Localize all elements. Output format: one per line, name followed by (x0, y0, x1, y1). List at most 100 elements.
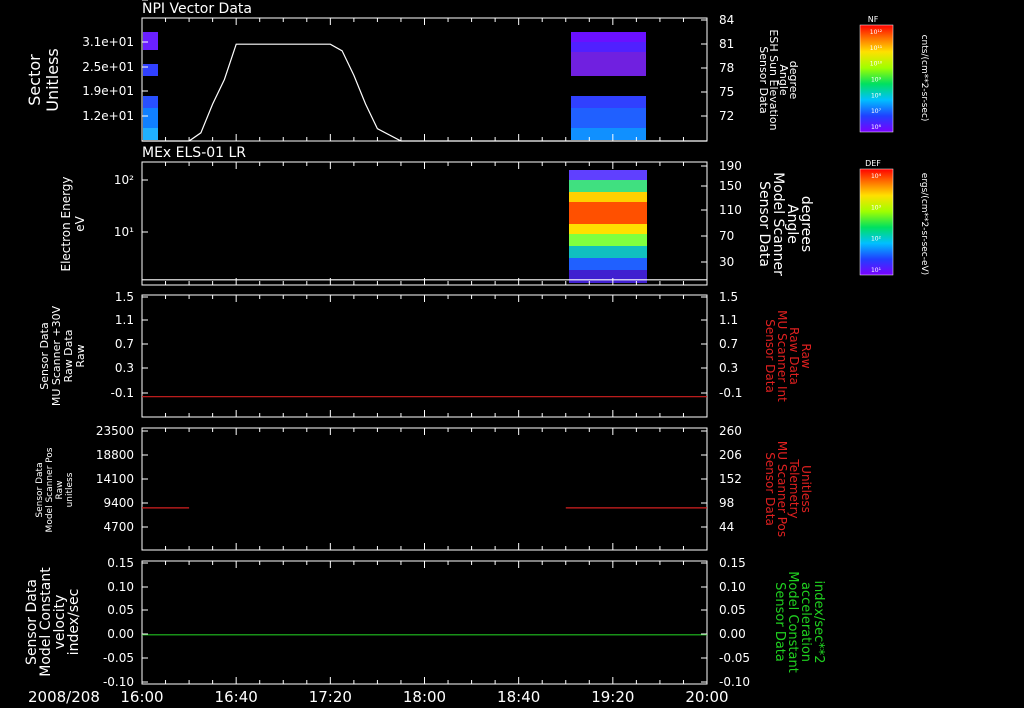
panel-velocity-y2label-3: acceleration (798, 582, 813, 662)
panel-npi: NPI Vector Data 3.1e+01 2.5e+01 1.9e+01 1.2… (25, 0, 800, 142)
colorbar-tick-label: 10⁸ (871, 92, 882, 99)
y-tick-label: 0.15 (107, 556, 134, 570)
panel-scanner-pos-y2label-1: Sensor Data (763, 452, 777, 526)
date-label: 2008/208 (28, 688, 100, 706)
figure-canvas: NPI Vector Data 3.1e+01 2.5e+01 1.9e+01 1.2… (24, 0, 929, 706)
els-band-1 (569, 170, 647, 180)
npi-block-left-5 (143, 128, 158, 140)
y2-tick-label: 150 (719, 179, 742, 193)
panel-mu-30v-y2label-4: Raw (799, 343, 813, 368)
colorbar-tick-label: 10¹¹ (870, 45, 883, 52)
npi-block-left-4 (143, 108, 158, 128)
panel-els-y2label-3: Angle (784, 204, 800, 244)
x-tick-label: 17:20 (309, 688, 352, 706)
panel-velocity-frame (141, 560, 708, 685)
x-tick-label: 16:00 (120, 688, 163, 706)
colorbar-tick-label: 10⁷ (871, 108, 882, 115)
panel-mu-30v-ylabel-4: Raw (74, 344, 87, 367)
panel-els-ylabel-2: eV (73, 215, 87, 231)
panel-mu-30v-frame (141, 294, 708, 418)
panel-npi-title: NPI Vector Data (142, 1, 252, 17)
y2-tick-label: 0.10 (719, 580, 746, 594)
y2-tick-label: 44 (719, 520, 734, 534)
panel-npi-ylabel-1: Sector (25, 54, 44, 106)
panel-els-y2label-1: Sensor Data (756, 181, 772, 267)
colorbar-nf: NF 10¹² 10¹¹ 10¹⁰ 10⁹ 10⁸ 10⁷ 10⁶ cnts/(cm**2-… (859, 15, 929, 133)
y-tick-label: 1.2e+01 (82, 109, 134, 123)
panel-scanner-pos: 23500 18800 14100 9400 4700 260 206 152 98 44 Se… (35, 424, 813, 551)
panel-scanner-pos-y-ticks: 23500 18800 14100 9400 4700 (96, 424, 148, 534)
panel-scanner-pos-y2label-3: Telemetry (787, 458, 801, 518)
y-tick-label: 0.7 (115, 337, 134, 351)
y-tick-label: 0.05 (107, 603, 134, 617)
x-tick-label: 20:00 (685, 688, 728, 706)
panel-mu-30v-y2label-1: Sensor Data (763, 319, 777, 393)
npi-block-right-2 (571, 42, 646, 52)
y-tick-label: -0.1 (111, 386, 134, 400)
panel-els-title: MEx ELS-01 LR (142, 145, 246, 161)
npi-spectrogram (143, 32, 646, 140)
npi-block-left-3 (143, 96, 158, 108)
els-band-4 (569, 202, 647, 224)
npi-block-right-3 (571, 52, 646, 76)
colorbar-nf-label: NF (868, 15, 879, 24)
y2-tick-label: 152 (719, 472, 742, 486)
y-tick-label: 2.5e+01 (82, 60, 134, 74)
npi-block-left-1 (143, 32, 158, 50)
y-tick-label: 1.5 (115, 290, 134, 304)
y2-tick-label: 0.05 (719, 603, 746, 617)
panel-scanner-pos-frame (141, 427, 708, 551)
panel-els: MEx ELS-01 LR 10² 10¹ 190 150 110 70 30 Elect… (59, 145, 814, 286)
els-band-7 (569, 246, 647, 258)
y2-tick-label: -0.10 (719, 675, 750, 689)
y2-tick-label: 260 (719, 424, 742, 438)
y-tick-label: 14100 (96, 472, 134, 486)
y2-tick-label: 75 (719, 85, 734, 99)
y2-tick-label: 0.7 (719, 337, 738, 351)
y-tick-label: 4700 (103, 520, 134, 534)
y-tick-label: 3.1e+01 (82, 35, 134, 49)
panel-mu-30v-y2label-2: MU Scanner Int (775, 310, 789, 402)
y2-tick-label: 190 (719, 159, 742, 173)
panel-npi-y-ticks: 3.1e+01 2.5e+01 1.9e+01 1.2e+01 6.2e+00 (82, 0, 148, 123)
y-tick-label: 18800 (96, 448, 134, 462)
panel-velocity: 0.150.100.050.00-0.05-0.10 0.150.100.050… (24, 556, 826, 689)
colorbar-tick-label: 10³ (871, 204, 882, 211)
panel-scanner-pos-ylabel-2: Model Scanner Pos (45, 447, 55, 532)
y2-tick-label: 98 (719, 496, 734, 510)
y2-tick-label: 81 (719, 37, 734, 51)
panel-els-ylabel-1: Electron Energy (59, 176, 73, 271)
y2-tick-label: 1.5 (719, 290, 738, 304)
y2-tick-label: 0.15 (719, 556, 746, 570)
y2-tick-label: 0.3 (719, 361, 738, 375)
panel-els-y-ticks: 10² 10¹ (114, 173, 148, 239)
y2-tick-label: 110 (719, 203, 742, 217)
panel-velocity-y2label-2: Model Constant (785, 571, 800, 673)
els-band-8 (569, 258, 647, 270)
colorbar-tick-label: 10¹² (870, 29, 883, 36)
els-band-3 (569, 192, 647, 202)
npi-block-left-2 (143, 64, 158, 76)
y-tick-label: 23500 (96, 424, 134, 438)
y-tick-label: 1.9e+01 (82, 84, 134, 98)
panel-npi-y2label-4: degree (787, 61, 800, 100)
panel-npi-y2-ticks: 84 81 78 75 72 (701, 13, 734, 123)
y2-tick-label: 72 (719, 109, 734, 123)
y2-tick-label: 206 (719, 448, 742, 462)
colorbar-tick-label: 10² (871, 236, 882, 243)
panel-mu-30v-y2label-3: Raw Data (787, 327, 801, 385)
panel-scanner-pos-x-ticks (141, 428, 708, 550)
panel-els-y2label-4: degrees (798, 196, 814, 252)
x-tick-label: 18:00 (403, 688, 446, 706)
panel-velocity-y2label-4: index/sec**2 (811, 580, 826, 663)
npi-block-right-6 (571, 128, 646, 140)
panel-velocity-y-ticks: 0.15 0.10 0.05 0.00 -0.05 -0.10 (103, 556, 148, 689)
x-tick-label: 19:20 (591, 688, 634, 706)
y-tick-label: 1.1 (115, 313, 134, 327)
y2-tick-label: 70 (719, 229, 734, 243)
panel-velocity-y2-ticks: 0.15 0.10 0.05 0.00 -0.05 -0.10 (701, 556, 750, 689)
npi-block-right-1 (571, 32, 646, 42)
panel-velocity-ylabel-4: index/sec (66, 589, 82, 656)
y-tick-label: 0.00 (107, 627, 134, 641)
y-tick-label: 10¹ (114, 225, 134, 239)
